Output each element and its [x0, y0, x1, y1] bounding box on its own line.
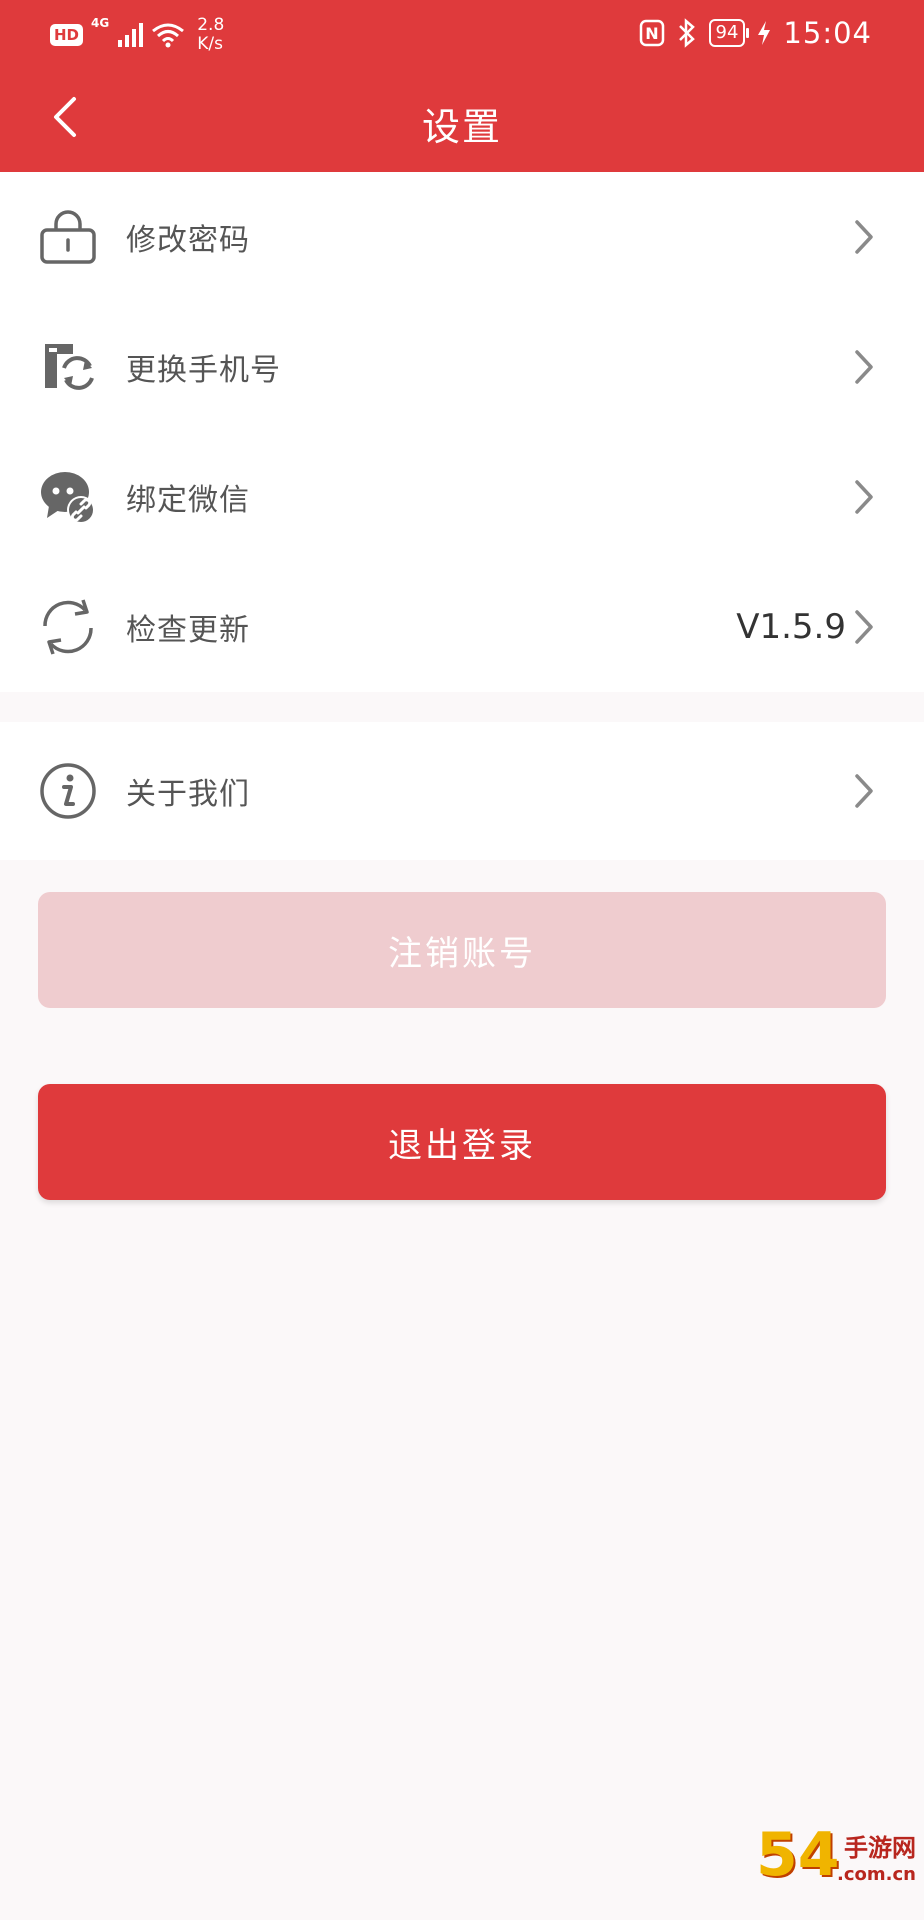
- charging-icon: [758, 21, 771, 45]
- settings-item-label: 绑定微信: [126, 483, 250, 518]
- settings-group-account: 修改密码 更换手机号 绑定微信 检查更新 V1.5.9: [0, 172, 924, 692]
- watermark-brand: 手游网: [844, 1834, 916, 1862]
- wifi-icon: [152, 23, 185, 48]
- svg-text:N: N: [645, 24, 658, 43]
- signal-icon: [118, 23, 144, 47]
- speed-unit: K/s: [197, 34, 223, 54]
- bluetooth-icon: [678, 18, 695, 48]
- site-watermark: 54 手游网 .com.cn: [756, 1820, 916, 1910]
- phone-swap-icon: [34, 333, 102, 401]
- status-bar: HD 4G 2.8 K/s N 94 15:04: [0, 0, 924, 72]
- clock: 15:04: [783, 16, 872, 50]
- chevron-right-icon: [850, 771, 878, 811]
- info-icon: [34, 757, 102, 825]
- chevron-right-icon: [850, 477, 878, 517]
- settings-item-change-password[interactable]: 修改密码: [0, 172, 924, 302]
- watermark-domain: .com.cn: [837, 1864, 916, 1885]
- settings-item-change-phone[interactable]: 更换手机号: [0, 302, 924, 432]
- settings-item-label: 更换手机号: [126, 353, 281, 388]
- chevron-right-icon: [850, 347, 878, 387]
- chevron-right-icon: [850, 607, 878, 647]
- network-type: 4G: [91, 16, 110, 30]
- settings-item-bind-wechat[interactable]: 绑定微信: [0, 432, 924, 562]
- speed-value: 2.8: [197, 15, 225, 35]
- network-speed: 2.8 K/s: [197, 16, 224, 54]
- nfc-icon: N: [639, 19, 664, 47]
- chevron-right-icon: [850, 217, 878, 257]
- hd-badge: HD: [50, 24, 84, 46]
- settings-item-check-update[interactable]: 检查更新 V1.5.9: [0, 562, 924, 692]
- settings-item-about-us[interactable]: 关于我们: [0, 722, 924, 860]
- battery-indicator: 94: [708, 19, 750, 47]
- refresh-icon: [34, 593, 102, 661]
- settings-item-label: 关于我们: [126, 777, 250, 812]
- settings-item-label: 修改密码: [126, 223, 250, 258]
- settings-group-about: 关于我们: [0, 722, 924, 860]
- deregister-account-button[interactable]: 注销账号: [38, 892, 886, 1008]
- status-left: HD 4G 2.8 K/s: [50, 16, 224, 54]
- page-title: 设置: [421, 105, 502, 149]
- status-right: N 94 15:04: [639, 16, 872, 50]
- logout-button[interactable]: 退出登录: [38, 1084, 886, 1200]
- nav-bar: 设置: [0, 72, 924, 172]
- wechat-link-icon: [34, 463, 102, 531]
- watermark-number: 54: [756, 1820, 840, 1890]
- lock-icon: [34, 203, 102, 271]
- version-value: V1.5.9: [736, 607, 846, 647]
- settings-item-label: 检查更新: [126, 613, 250, 648]
- app-header: HD 4G 2.8 K/s N 94 15:04 设置: [0, 0, 924, 172]
